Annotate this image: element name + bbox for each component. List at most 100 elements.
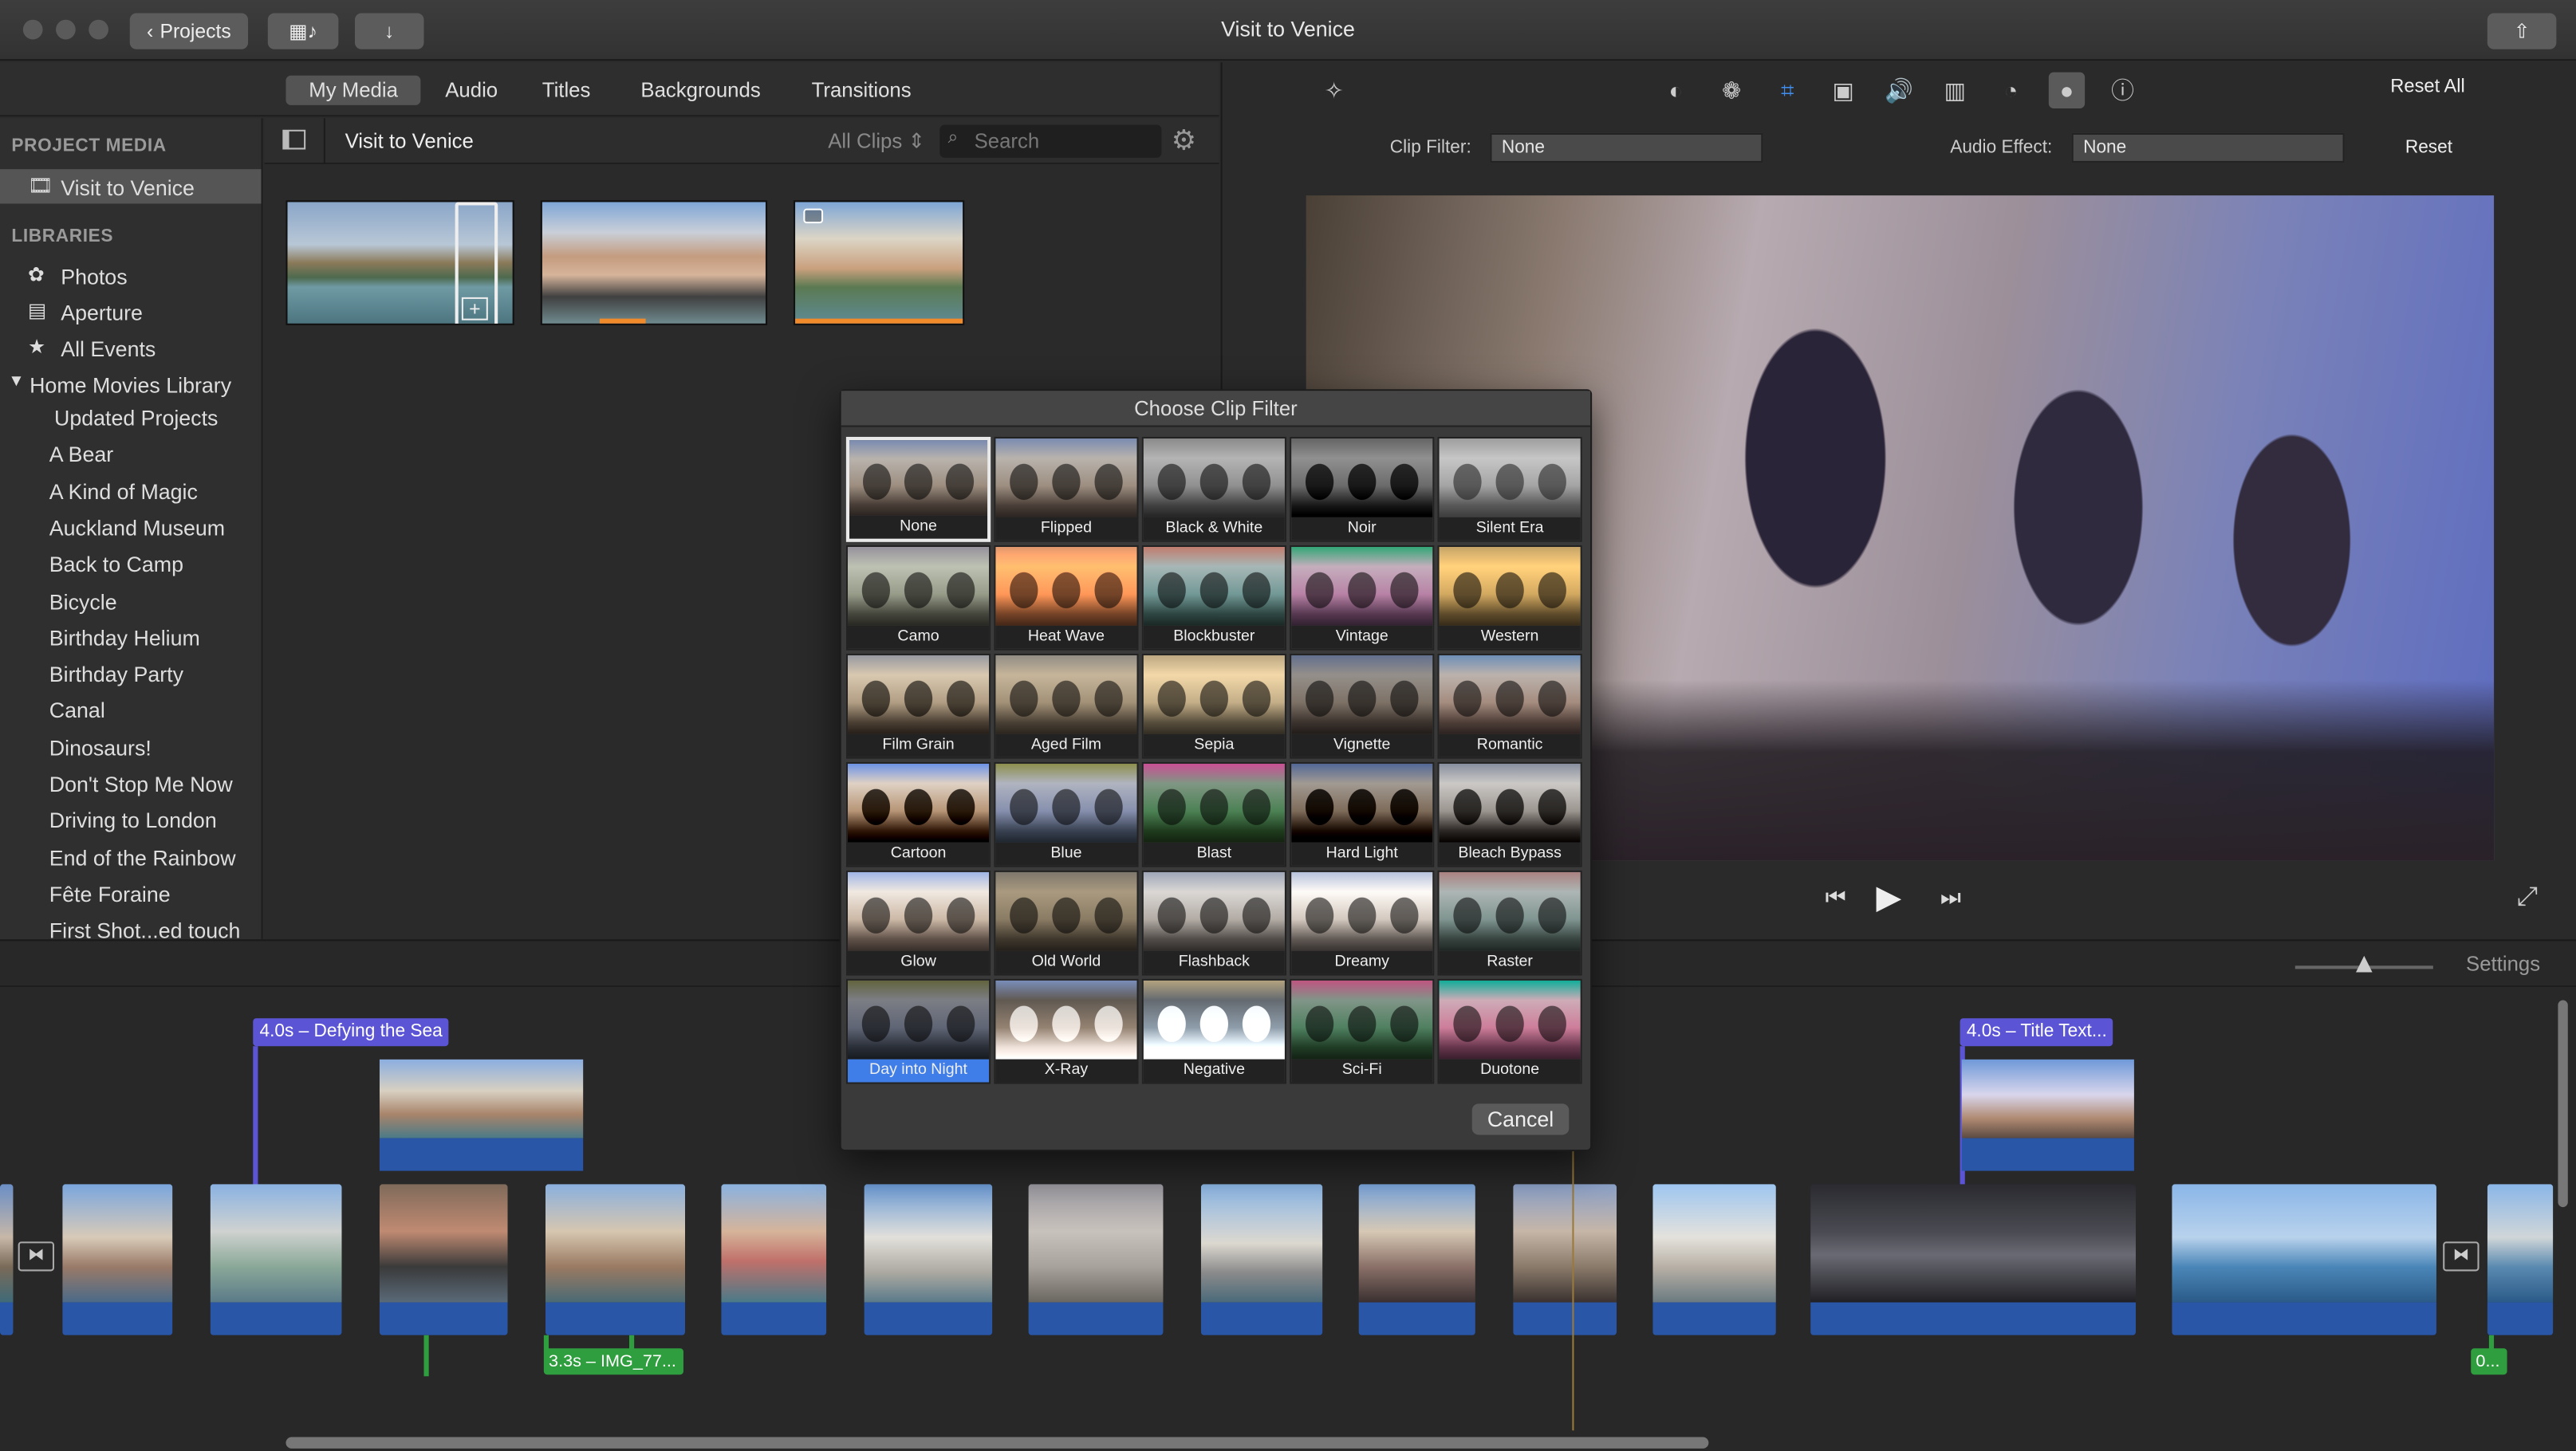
media-clip-thumbnail[interactable]: [540, 200, 768, 325]
search-field[interactable]: ⌕ Search: [939, 124, 1162, 158]
sidebar-item-event[interactable]: Birthday Helium: [49, 625, 200, 650]
filter-option[interactable]: Sci-Fi: [1290, 978, 1435, 1084]
volume-icon[interactable]: 🔊: [1881, 73, 1917, 108]
sidebar-item-event[interactable]: A Kind of Magic: [49, 479, 198, 504]
timeline-clip[interactable]: [62, 1184, 173, 1335]
timeline-clip[interactable]: [721, 1184, 827, 1335]
sidebar-item-event[interactable]: Canal: [49, 698, 105, 723]
cancel-button[interactable]: Cancel: [1471, 1103, 1570, 1135]
sidebar-toggle-icon[interactable]: [282, 129, 306, 150]
filter-option[interactable]: Romantic: [1437, 653, 1582, 759]
gear-icon[interactable]: ⚙: [1172, 125, 1196, 158]
filter-option[interactable]: Blue: [994, 761, 1139, 867]
media-clip-thumbnail[interactable]: +: [286, 200, 514, 325]
filter-option[interactable]: Camo: [845, 545, 991, 651]
reset-all-button[interactable]: Reset All: [2390, 77, 2465, 97]
filter-option[interactable]: Hard Light: [1290, 761, 1435, 867]
filter-option[interactable]: Sepia: [1141, 653, 1286, 759]
filter-option[interactable]: Western: [1437, 545, 1582, 651]
filter-option[interactable]: None: [845, 436, 991, 542]
sidebar-item-event[interactable]: First Shot...ed touch: [49, 918, 241, 939]
sidebar-item-aperture[interactable]: ▤ Aperture: [0, 296, 262, 328]
filter-option[interactable]: Blockbuster: [1141, 545, 1286, 651]
filter-option[interactable]: Cartoon: [845, 761, 991, 867]
magic-wand-icon[interactable]: ✧: [1316, 73, 1352, 108]
filter-option[interactable]: Vintage: [1290, 545, 1435, 651]
cutaway-clip[interactable]: [379, 1059, 584, 1171]
timeline-clip[interactable]: [210, 1184, 342, 1335]
audio-clip[interactable]: 0...: [2471, 1348, 2507, 1375]
filter-option[interactable]: Bleach Bypass: [1437, 761, 1582, 867]
timeline-clip[interactable]: [2487, 1184, 2554, 1335]
tab-transitions[interactable]: Transitions: [789, 76, 935, 105]
audio-clip[interactable]: 3.3s – IMG_77...: [543, 1348, 683, 1375]
sidebar-item-event[interactable]: Don't Stop Me Now: [49, 772, 233, 796]
add-clip-icon[interactable]: +: [461, 297, 488, 320]
filter-option[interactable]: Duotone: [1437, 978, 1582, 1084]
timeline-clip[interactable]: [1358, 1184, 1475, 1335]
filter-option[interactable]: Aged Film: [994, 653, 1139, 759]
speed-gauge-icon[interactable]: ◔: [1993, 73, 2029, 108]
filter-option[interactable]: Dreamy: [1290, 870, 1435, 976]
timeline-clip[interactable]: [1810, 1184, 2136, 1335]
filter-option[interactable]: Vignette: [1290, 653, 1435, 759]
filter-option[interactable]: Old World: [994, 870, 1139, 976]
tab-audio[interactable]: Audio: [422, 76, 521, 105]
audio-effect-field[interactable]: None: [2071, 132, 2345, 163]
timeline-clip[interactable]: [1200, 1184, 1323, 1335]
zoom-slider-knob[interactable]: [2356, 955, 2373, 973]
fullscreen-icon[interactable]: ⤢: [2517, 883, 2538, 913]
sidebar-item-event[interactable]: Back to Camp: [49, 552, 183, 577]
transition-icon[interactable]: ⧓: [2443, 1241, 2479, 1272]
tab-my-media[interactable]: My Media: [286, 75, 421, 105]
info-icon[interactable]: ⓘ: [2105, 73, 2141, 108]
timeline-clip[interactable]: [379, 1184, 508, 1335]
sidebar-item-event[interactable]: Fête Foraine: [49, 882, 171, 906]
sidebar-item-event[interactable]: A Bear: [49, 442, 113, 467]
timeline-clip[interactable]: [0, 1184, 14, 1335]
sidebar-item-visit-to-venice[interactable]: 🎞 Visit to Venice: [0, 169, 262, 204]
cutaway-clip[interactable]: [1961, 1059, 2134, 1171]
filter-option[interactable]: Noir: [1290, 436, 1435, 542]
timeline-clip[interactable]: [545, 1184, 686, 1335]
timeline-clip[interactable]: [1652, 1184, 1776, 1335]
reset-button[interactable]: Reset: [2405, 138, 2452, 158]
sidebar-item-event[interactable]: Dinosaurs!: [49, 735, 152, 760]
filter-option[interactable]: Flipped: [994, 436, 1139, 542]
timeline-clip[interactable]: [1028, 1184, 1164, 1335]
filter-option[interactable]: Silent Era: [1437, 436, 1582, 542]
clip-filter-icon[interactable]: ●: [2048, 72, 2086, 108]
disclosure-triangle-icon[interactable]: ▼: [8, 373, 24, 391]
next-icon[interactable]: ⏭: [1940, 883, 1961, 911]
share-button[interactable]: ⇧: [2487, 13, 2557, 49]
clip-filter-field[interactable]: None: [1490, 132, 1763, 163]
timeline-vertical-scrollbar[interactable]: [2558, 1000, 2568, 1208]
sidebar-item-event[interactable]: End of the Rainbow: [49, 845, 236, 870]
previous-icon[interactable]: ⏮: [1826, 883, 1846, 911]
filter-option[interactable]: Day into Night: [845, 978, 991, 1084]
media-clip-thumbnail[interactable]: [793, 200, 965, 325]
sidebar-item-home-movies-library[interactable]: ▼ Home Movies Library: [0, 368, 262, 400]
color-palette-icon[interactable]: ❁: [1714, 73, 1750, 108]
sidebar-item-event[interactable]: Bicycle: [49, 589, 117, 614]
filter-option[interactable]: Heat Wave: [994, 545, 1139, 651]
clips-filter-select[interactable]: All Clips ⇕: [828, 128, 925, 153]
timeline-clip[interactable]: [2172, 1184, 2436, 1335]
timeline-clip[interactable]: [864, 1184, 993, 1335]
zoom-slider[interactable]: [2294, 955, 2433, 973]
equalizer-icon[interactable]: ▥: [1937, 73, 1973, 108]
play-icon[interactable]: ▶: [1877, 877, 1902, 918]
stabilization-camera-icon[interactable]: ▣: [1826, 73, 1861, 108]
filter-option[interactable]: Blast: [1141, 761, 1286, 867]
sidebar-item-photos[interactable]: ✿ Photos: [0, 259, 262, 292]
filter-option[interactable]: Negative: [1141, 978, 1286, 1084]
filter-option[interactable]: Glow: [845, 870, 991, 976]
timeline-horizontal-scrollbar[interactable]: [286, 1437, 1709, 1449]
tab-backgrounds[interactable]: Backgrounds: [618, 76, 784, 105]
filter-option[interactable]: Film Grain: [845, 653, 991, 759]
sidebar-item-event[interactable]: Auckland Museum: [49, 516, 225, 541]
title-clip[interactable]: 4.0s – Title Text...: [1960, 1018, 2113, 1047]
filter-option[interactable]: Black & White: [1141, 436, 1286, 542]
transition-icon[interactable]: ⧓: [18, 1241, 54, 1272]
sidebar-item-event[interactable]: Updated Projects: [54, 406, 218, 431]
